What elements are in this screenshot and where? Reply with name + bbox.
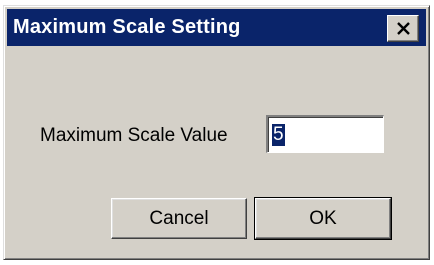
close-icon (397, 22, 410, 35)
max-scale-input[interactable]: 5 (266, 115, 384, 153)
max-scale-label: Maximum Scale Value (40, 125, 228, 146)
cancel-button[interactable]: Cancel (111, 198, 247, 239)
close-button[interactable] (387, 15, 419, 42)
ok-button[interactable]: OK (254, 197, 392, 240)
title-bar[interactable]: Maximum Scale Setting (7, 9, 426, 46)
dialog-window: Maximum Scale Setting Maximum Scale Valu… (3, 5, 430, 260)
dialog-title: Maximum Scale Setting (13, 16, 241, 38)
max-scale-value: 5 (272, 124, 285, 146)
